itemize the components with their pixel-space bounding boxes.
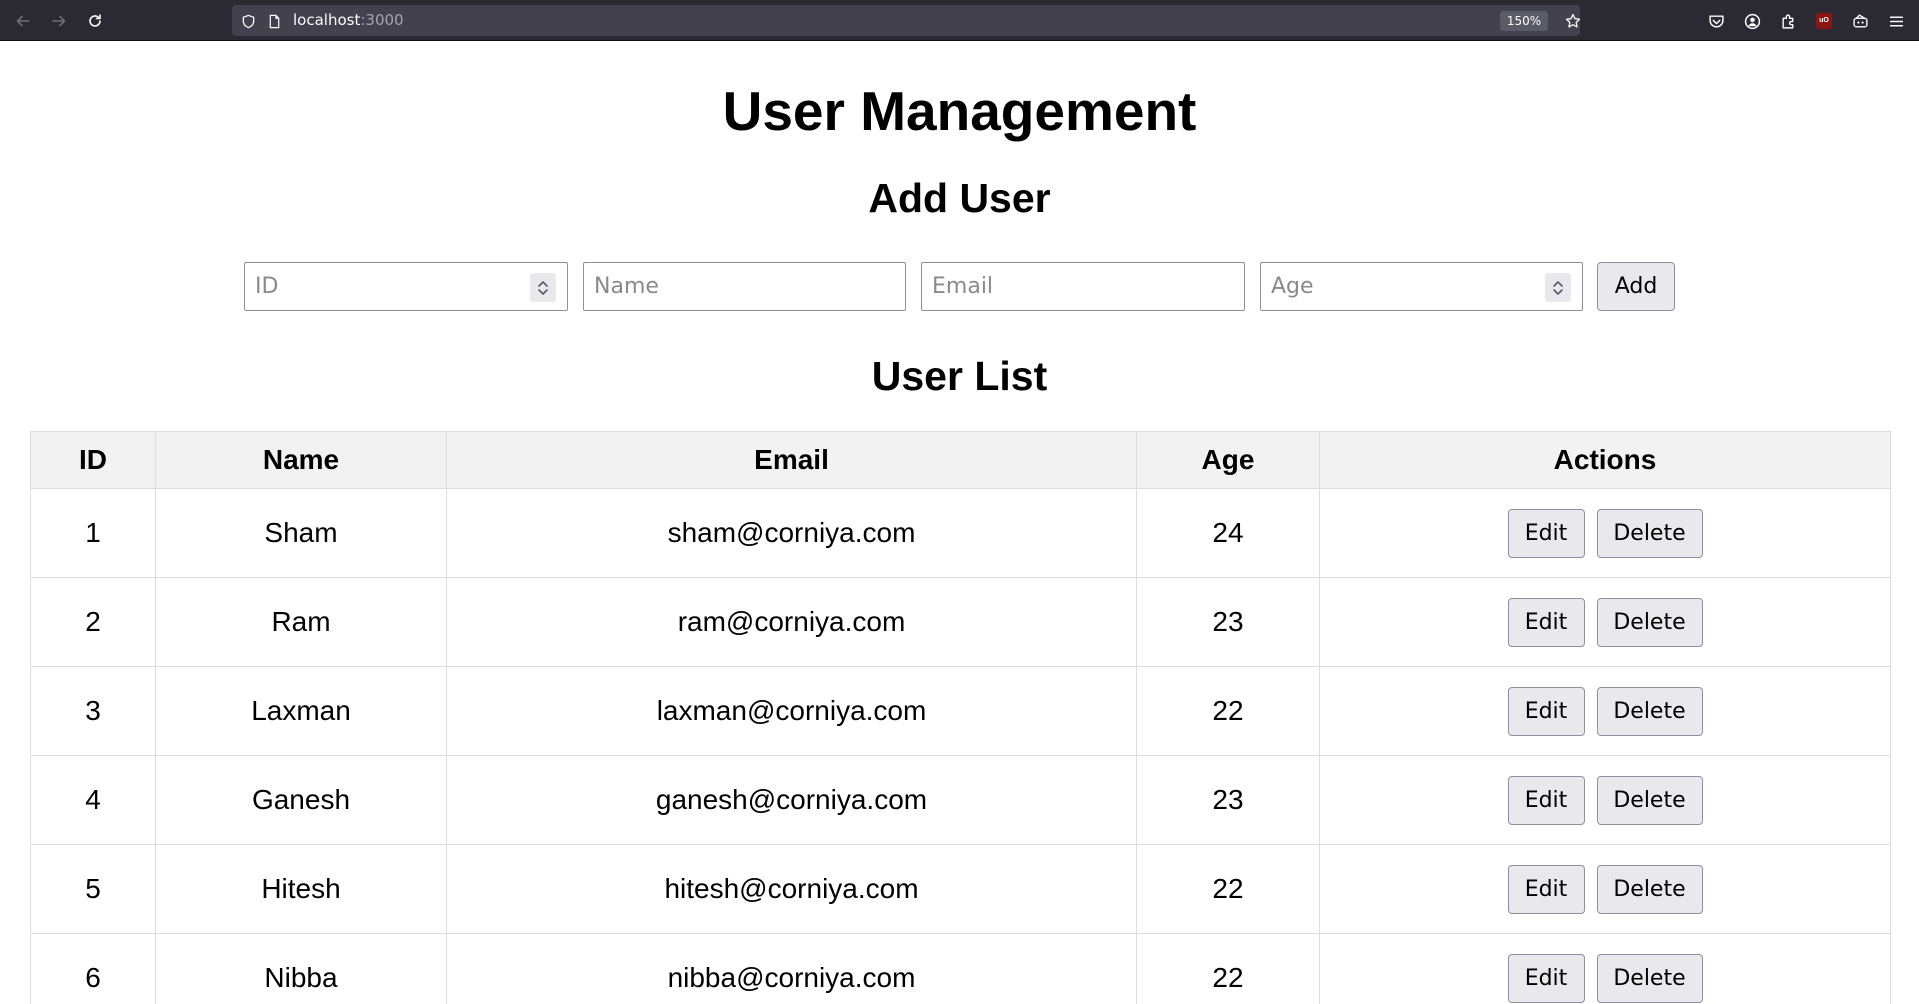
cell-email: hitesh@corniya.com — [446, 844, 1137, 934]
edit-button[interactable]: Edit — [1507, 775, 1585, 825]
add-button[interactable]: Add — [1597, 262, 1675, 311]
hamburger-menu-icon[interactable] — [1885, 10, 1907, 32]
browser-toolbar: localhost:3000 150% uO — [0, 0, 1919, 41]
table-row: 4 Ganesh ganesh@corniya.com 23 Edit Delet… — [30, 755, 1891, 845]
delete-button[interactable]: Delete — [1596, 864, 1703, 914]
cell-id: 3 — [30, 666, 156, 756]
cell-name: Hitesh — [155, 844, 447, 934]
column-header-email: Email — [446, 431, 1137, 489]
zoom-level-badge[interactable]: 150% — [1500, 11, 1548, 31]
column-header-actions: Actions — [1319, 431, 1891, 489]
table-row: 1 Sham sham@corniya.com 24 Edit Delete — [30, 488, 1891, 578]
age-input[interactable] — [1260, 262, 1583, 311]
url-bar[interactable]: localhost:3000 150% — [232, 5, 1582, 36]
page-content: User Management Add User Add User List I… — [0, 41, 1919, 1004]
star-icon[interactable] — [1564, 12, 1582, 30]
forward-arrow-icon[interactable] — [46, 8, 72, 34]
reload-icon[interactable] — [82, 8, 108, 34]
cell-name: Nibba — [155, 933, 447, 1004]
edit-button[interactable]: Edit — [1507, 686, 1585, 736]
delete-button[interactable]: Delete — [1596, 508, 1703, 558]
ublock-icon[interactable]: uO — [1813, 10, 1835, 32]
url-port: :3000 — [360, 11, 404, 29]
page-icon[interactable] — [266, 13, 282, 29]
cell-email: nibba@corniya.com — [446, 933, 1137, 1004]
cell-age: 23 — [1136, 577, 1320, 667]
age-spinner-icon[interactable] — [1545, 273, 1571, 302]
url-text[interactable]: localhost:3000 — [293, 12, 404, 29]
cell-id: 1 — [30, 488, 156, 578]
page-title: User Management — [722, 80, 1197, 142]
column-header-age: Age — [1136, 431, 1320, 489]
delete-button[interactable]: Delete — [1596, 686, 1703, 736]
table-header-row: ID Name Email Age Actions — [30, 431, 1891, 489]
cell-email: laxman@corniya.com — [446, 666, 1137, 756]
delete-button[interactable]: Delete — [1596, 597, 1703, 647]
table-row: 2 Ram ram@corniya.com 23 Edit Delete — [30, 577, 1891, 667]
cell-actions: Edit Delete — [1319, 844, 1891, 934]
email-input[interactable] — [921, 262, 1245, 311]
edit-button[interactable]: Edit — [1507, 597, 1585, 647]
cell-id: 5 — [30, 844, 156, 934]
cell-name: Sham — [155, 488, 447, 578]
extension-icon[interactable] — [1849, 10, 1871, 32]
table-row: 6 Nibba nibba@corniya.com 22 Edit Delete — [30, 933, 1891, 1004]
column-header-name: Name — [155, 431, 447, 489]
cell-id: 4 — [30, 755, 156, 845]
cell-age: 22 — [1136, 666, 1320, 756]
cell-actions: Edit Delete — [1319, 666, 1891, 756]
ublock-badge: uO — [1816, 13, 1832, 29]
shield-icon[interactable] — [240, 13, 256, 29]
edit-button[interactable]: Edit — [1507, 508, 1585, 558]
url-host: localhost — [293, 11, 361, 29]
cell-id: 2 — [30, 577, 156, 667]
id-input[interactable] — [244, 262, 568, 311]
cell-name: Ram — [155, 577, 447, 667]
cell-email: ram@corniya.com — [446, 577, 1137, 667]
back-arrow-icon[interactable] — [10, 8, 36, 34]
cell-actions: Edit Delete — [1319, 755, 1891, 845]
cell-age: 22 — [1136, 844, 1320, 934]
delete-button[interactable]: Delete — [1596, 953, 1703, 1003]
table-row: 5 Hitesh hitesh@corniya.com 22 Edit Delet… — [30, 844, 1891, 934]
edit-button[interactable]: Edit — [1507, 953, 1585, 1003]
cell-actions: Edit Delete — [1319, 577, 1891, 667]
column-header-id: ID — [30, 431, 156, 489]
cell-actions: Edit Delete — [1319, 933, 1891, 1004]
puzzle-icon[interactable] — [1777, 10, 1799, 32]
edit-button[interactable]: Edit — [1507, 864, 1585, 914]
cell-age: 23 — [1136, 755, 1320, 845]
user-list-heading: User List — [871, 353, 1048, 399]
cell-id: 6 — [30, 933, 156, 1004]
pocket-icon[interactable] — [1705, 10, 1727, 32]
cell-name: Ganesh — [155, 755, 447, 845]
delete-button[interactable]: Delete — [1596, 775, 1703, 825]
cell-actions: Edit Delete — [1319, 488, 1891, 578]
cell-name: Laxman — [155, 666, 447, 756]
account-icon[interactable] — [1741, 10, 1763, 32]
users-table: ID Name Email Age Actions 1 Sham sham@co… — [30, 431, 1891, 1004]
name-input[interactable] — [583, 262, 906, 311]
cell-age: 24 — [1136, 488, 1320, 578]
cell-email: sham@corniya.com — [446, 488, 1137, 578]
add-user-heading: Add User — [868, 175, 1051, 221]
table-row: 3 Laxman laxman@corniya.com 22 Edit Delet… — [30, 666, 1891, 756]
cell-email: ganesh@corniya.com — [446, 755, 1137, 845]
cell-age: 22 — [1136, 933, 1320, 1004]
id-spinner-icon[interactable] — [530, 273, 556, 302]
